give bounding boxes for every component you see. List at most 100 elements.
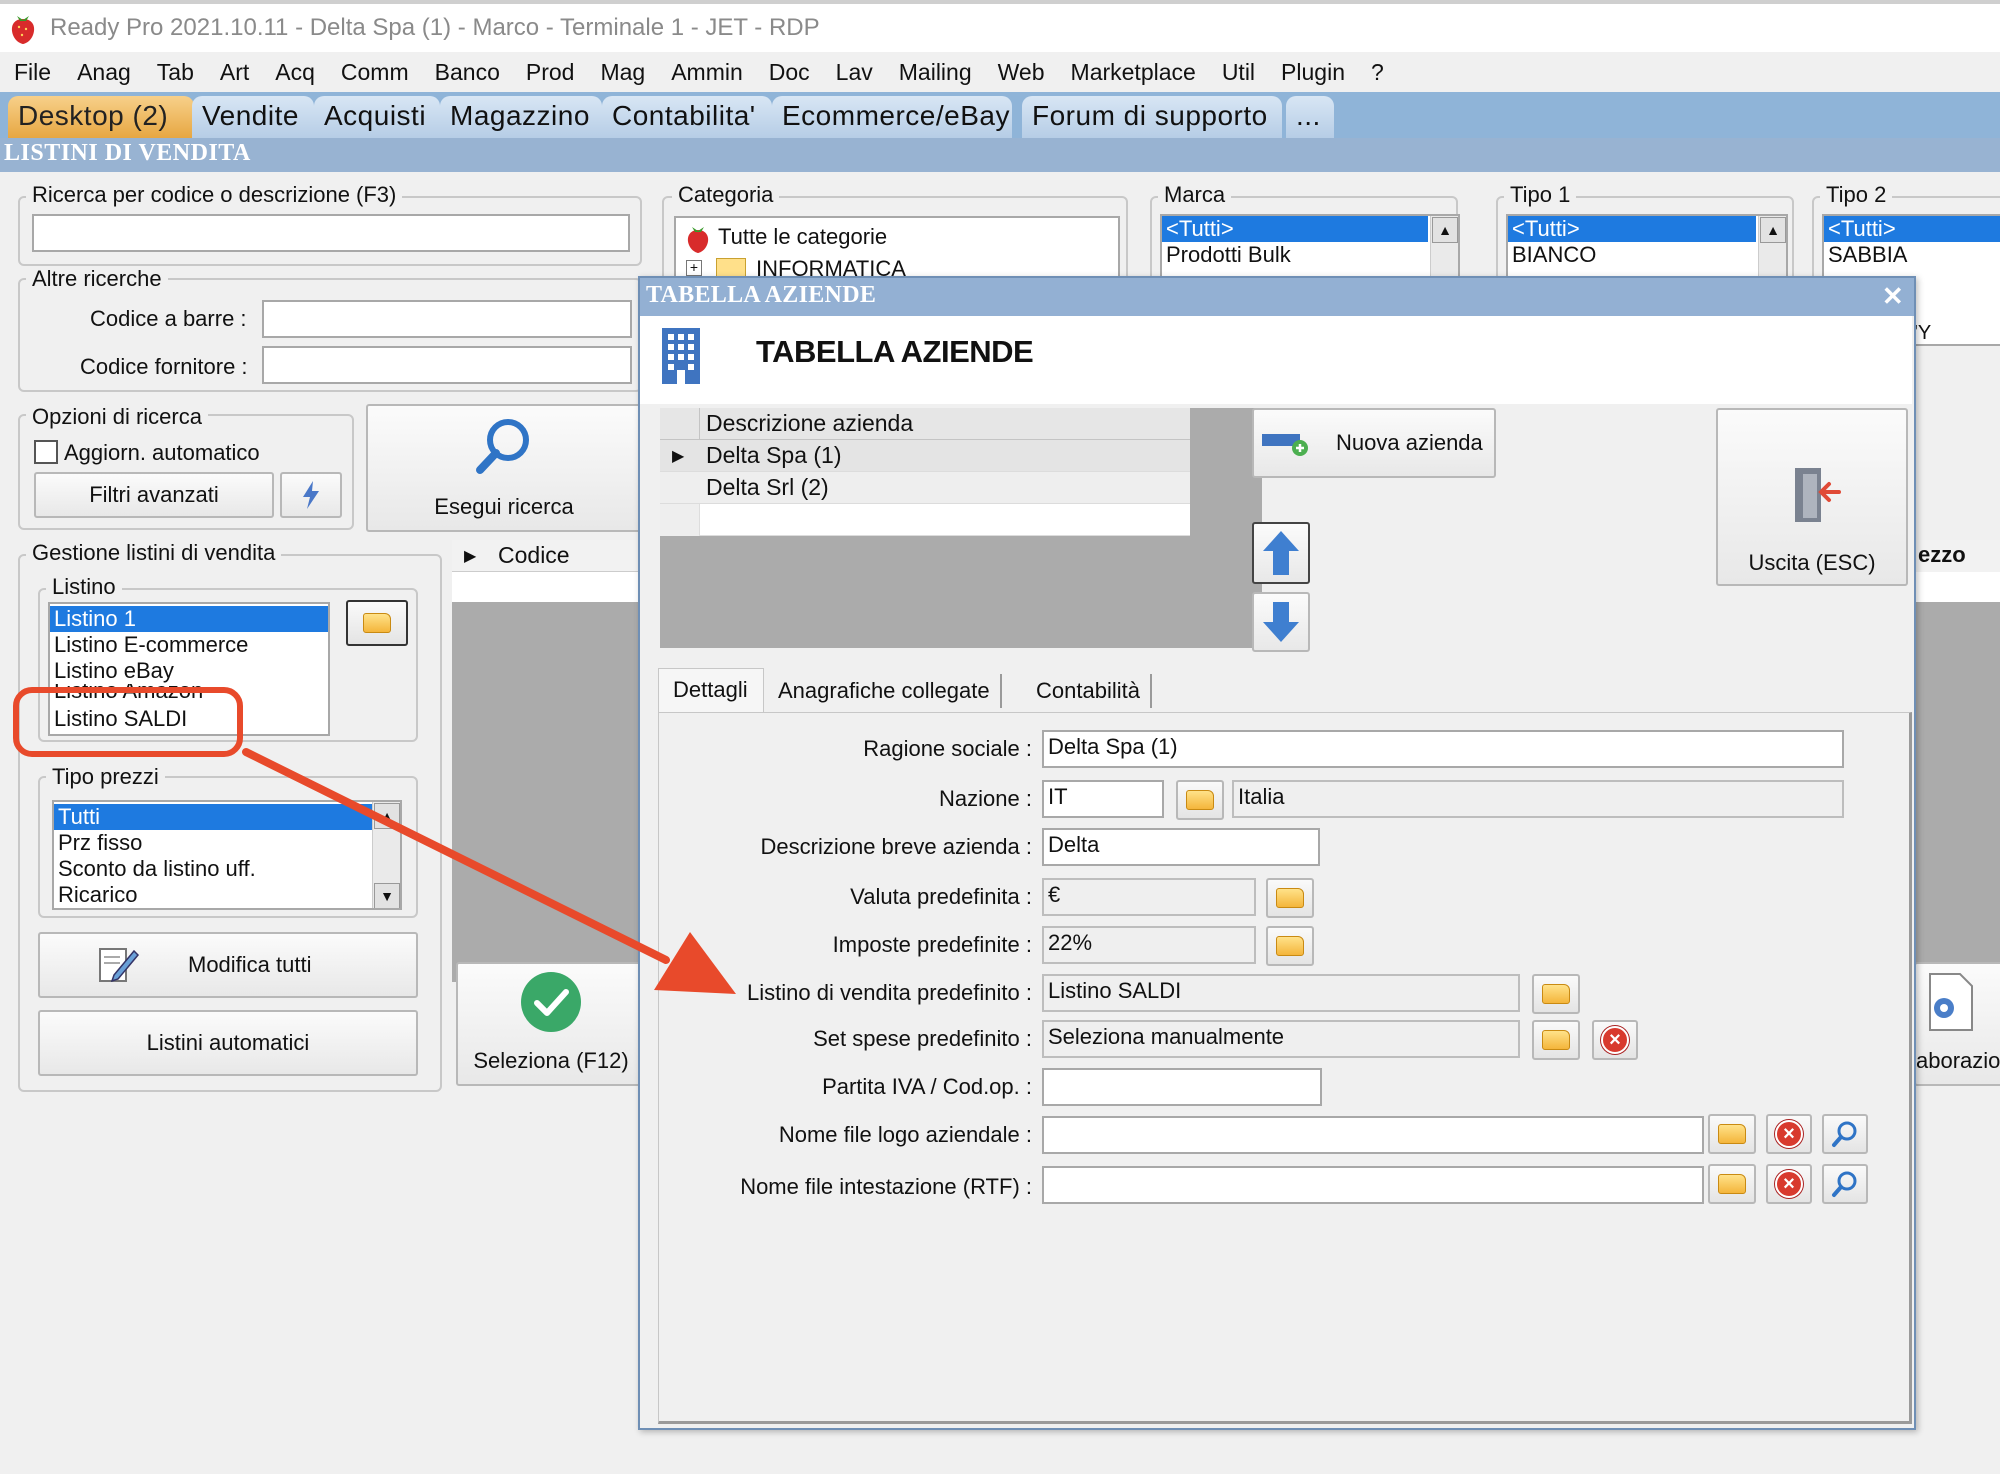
intestazione-input[interactable] — [1042, 1166, 1704, 1204]
table-row-empty[interactable] — [660, 504, 1190, 536]
tab-magazzino[interactable]: Magazzino — [440, 96, 602, 138]
tipo-prezzi-item[interactable]: Tutti — [54, 804, 372, 830]
tab-dettagli[interactable]: Dettagli — [658, 668, 764, 712]
imposte-folder-button[interactable] — [1266, 926, 1314, 966]
intestazione-clear-button[interactable]: × — [1766, 1164, 1812, 1204]
listini-automatici-button[interactable]: Listini automatici — [38, 1010, 418, 1076]
tipo1-item[interactable]: <Tutti> — [1508, 216, 1756, 242]
menu-art[interactable]: Art — [220, 59, 249, 86]
menu-tab[interactable]: Tab — [157, 59, 194, 86]
logo-input[interactable] — [1042, 1116, 1704, 1154]
menu-comm[interactable]: Comm — [341, 59, 409, 86]
set-spese-folder-button[interactable] — [1532, 1020, 1580, 1060]
elaborazioni-button[interactable]: aborazion — [1914, 962, 2000, 1086]
articoli-grid[interactable]: ▶ Codice — [452, 540, 652, 982]
ragione-sociale-input[interactable]: Delta Spa (1) — [1042, 730, 1844, 768]
esegui-ricerca-button[interactable]: Esegui ricerca — [366, 404, 642, 532]
move-up-button[interactable] — [1252, 522, 1310, 584]
logo-clear-button[interactable]: × — [1766, 1114, 1812, 1154]
listino-folder-button[interactable] — [346, 600, 408, 646]
expand-icon[interactable]: + — [686, 260, 702, 276]
tab-forum[interactable]: Forum di supporto — [1022, 96, 1282, 138]
menu-util[interactable]: Util — [1222, 59, 1255, 86]
marca-item[interactable]: <Tutti> — [1162, 216, 1428, 242]
aziende-grid[interactable]: Descrizione azienda ▶ Delta Spa (1) Delt… — [660, 408, 1262, 648]
nazione-folder-button[interactable] — [1176, 780, 1224, 820]
table-row[interactable]: Delta Srl (2) — [660, 472, 1190, 504]
listini-list[interactable]: Listino 1 Listino E-commerce Listino eBa… — [48, 602, 330, 736]
move-down-button[interactable] — [1252, 592, 1310, 652]
tipo1-item[interactable]: BIANCO — [1508, 242, 1786, 268]
tab-more[interactable]: ... — [1286, 96, 1334, 138]
marca-item[interactable]: Prodotti Bulk — [1162, 242, 1458, 268]
listino-item[interactable]: Listino SALDI — [50, 706, 328, 732]
supplier-code-input[interactable] — [262, 346, 632, 384]
menu-banco[interactable]: Banco — [435, 59, 500, 86]
close-icon[interactable]: ✕ — [1882, 282, 1904, 312]
tipo-prezzi-scrollbar[interactable]: ▲ ▼ — [372, 802, 400, 908]
tab-anagrafiche[interactable]: Anagrafiche collegate — [768, 674, 1002, 708]
scroll-down-icon[interactable]: ▼ — [374, 883, 400, 908]
menu-web[interactable]: Web — [998, 59, 1045, 86]
search-input[interactable] — [32, 214, 630, 252]
tipo-prezzi-item[interactable]: Ricarico — [54, 882, 400, 908]
scroll-up-icon[interactable]: ▲ — [374, 803, 400, 829]
uscita-button[interactable]: Uscita (ESC) — [1716, 408, 1908, 586]
tab-vendite[interactable]: Vendite — [192, 96, 314, 138]
auto-update-checkbox[interactable] — [34, 440, 58, 464]
scroll-up-icon[interactable]: ▲ — [1432, 217, 1458, 243]
gestione-listini-label: Gestione listini di vendita — [26, 540, 282, 566]
tipo-prezzi-item[interactable]: Prz fisso — [54, 830, 400, 856]
tab-acquisti[interactable]: Acquisti — [314, 96, 440, 138]
nuova-azienda-button[interactable]: Nuova azienda — [1252, 408, 1496, 478]
descrizione-breve-input[interactable]: Delta — [1042, 828, 1320, 866]
menu-help[interactable]: ? — [1371, 59, 1384, 86]
tab-ecommerce[interactable]: Ecommerce/eBay — [772, 96, 1012, 138]
barcode-input[interactable] — [262, 300, 632, 338]
checkmark-icon — [521, 972, 581, 1032]
intestazione-folder-button[interactable] — [1708, 1164, 1756, 1204]
listino-folder-button[interactable] — [1532, 974, 1580, 1014]
logo-view-button[interactable] — [1822, 1114, 1868, 1154]
tab-desktop[interactable]: Desktop (2) — [8, 96, 194, 138]
menu-plugin[interactable]: Plugin — [1281, 59, 1345, 86]
nazione-label: Nazione : — [939, 786, 1032, 811]
menu-anag[interactable]: Anag — [77, 59, 131, 86]
menu-mag[interactable]: Mag — [600, 59, 645, 86]
listino-item[interactable]: Listino eBay — [50, 658, 328, 684]
table-row[interactable]: ▶ Delta Spa (1) — [660, 440, 1190, 472]
listino-item[interactable]: Listino 1 — [50, 606, 328, 632]
partita-iva-input[interactable] — [1042, 1068, 1322, 1106]
tipo2-item[interactable]: <Tutti> — [1824, 216, 2000, 242]
menu-doc[interactable]: Doc — [769, 59, 810, 86]
tab-contabilita[interactable]: Contabilità — [1026, 674, 1152, 708]
nazione-code-input[interactable]: IT — [1042, 780, 1164, 818]
categoria-root[interactable]: Tutte le categorie — [718, 224, 887, 250]
tipo2-item[interactable]: SABBIA — [1824, 242, 2000, 268]
menu-marketplace[interactable]: Marketplace — [1071, 59, 1196, 86]
valuta-folder-button[interactable] — [1266, 878, 1314, 918]
tipo-prezzi-item[interactable]: Sconto da listino uff. — [54, 856, 400, 882]
filtri-avanzati-button[interactable]: Filtri avanzati — [34, 472, 274, 518]
menu-file[interactable]: File — [14, 59, 51, 86]
listino-item[interactable]: Listino E-commerce — [50, 632, 328, 658]
esegui-ricerca-label: Esegui ricerca — [434, 494, 574, 519]
lightning-button[interactable] — [280, 472, 342, 518]
marca-scrollbar[interactable]: ▲ — [1430, 216, 1458, 284]
logo-folder-button[interactable] — [1708, 1114, 1756, 1154]
tipo1-scrollbar[interactable]: ▲ — [1758, 216, 1786, 284]
menu-prod[interactable]: Prod — [526, 59, 575, 86]
intestazione-view-button[interactable] — [1822, 1164, 1868, 1204]
listino-item[interactable]: Listino Amazon — [50, 684, 328, 706]
scroll-up-icon[interactable]: ▲ — [1760, 217, 1786, 243]
menu-ammin[interactable]: Ammin — [671, 59, 743, 86]
tipo-prezzi-list[interactable]: Tutti Prz fisso Sconto da listino uff. R… — [52, 800, 402, 910]
menu-lav[interactable]: Lav — [836, 59, 873, 86]
set-spese-clear-button[interactable]: × — [1592, 1020, 1638, 1060]
strawberry-icon — [684, 224, 714, 254]
menu-mailing[interactable]: Mailing — [899, 59, 972, 86]
tab-contabilita[interactable]: Contabilita' — [602, 96, 772, 138]
modifica-tutti-button[interactable]: Modifica tutti — [38, 932, 418, 998]
seleziona-button[interactable]: Seleziona (F12) — [456, 962, 646, 1086]
menu-acq[interactable]: Acq — [275, 59, 315, 86]
